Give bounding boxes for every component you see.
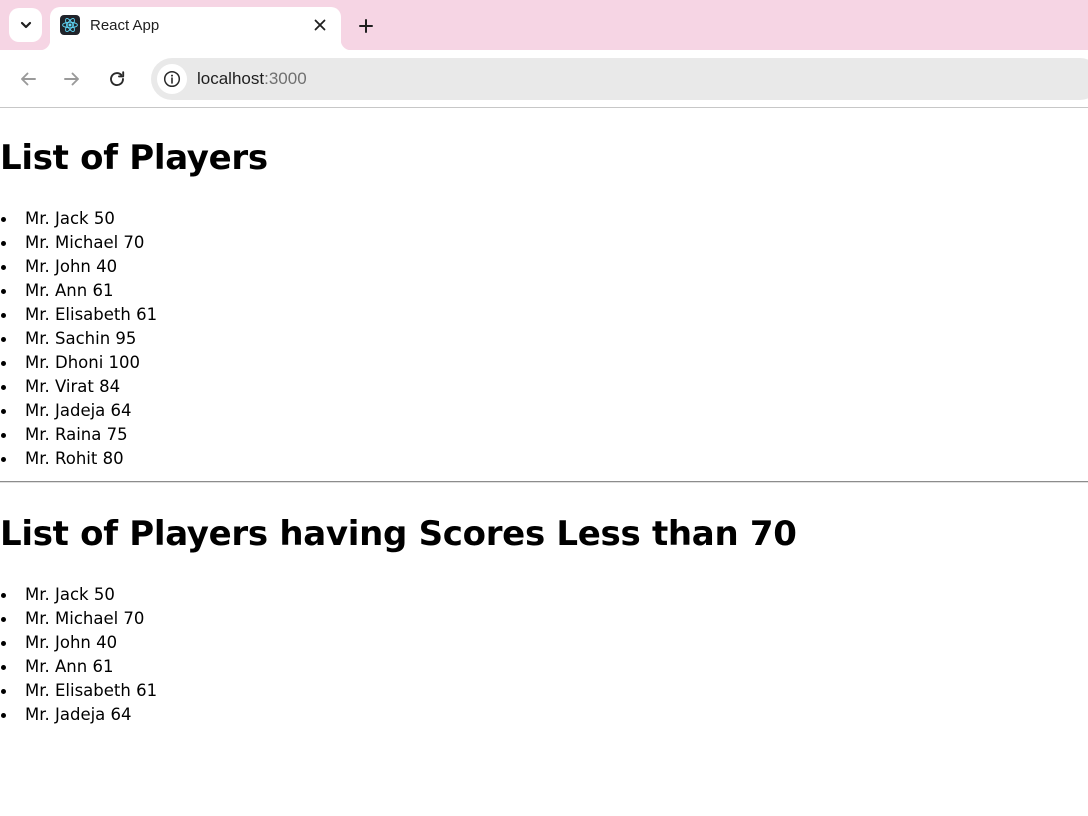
heading-low-score-players: List of Players having Scores Less than … xyxy=(0,514,797,554)
info-icon xyxy=(163,70,181,88)
tab-title: React App xyxy=(90,17,160,34)
list-item: Mr. Jadeja 64 xyxy=(0,703,1088,727)
page-top-spacer xyxy=(0,108,1088,138)
reload-icon xyxy=(110,71,125,87)
page-content: List of Players Mr. Jack 50 Mr. Michael 7… xyxy=(0,108,1088,727)
list-item: Mr. Dhoni 100 xyxy=(0,351,1088,375)
tab-close-button[interactable] xyxy=(309,14,331,36)
list-item: Mr. Elisabeth 61 xyxy=(0,679,1088,703)
list-item: Mr. Sachin 95 xyxy=(0,327,1088,351)
address-bar[interactable]: localhost:3000 xyxy=(151,58,1088,100)
url-text[interactable]: localhost:3000 xyxy=(197,69,307,89)
new-tab-button[interactable] xyxy=(353,13,379,39)
url-host: localhost xyxy=(197,69,265,88)
list-item: Mr. Raina 75 xyxy=(0,423,1088,447)
forward-button[interactable] xyxy=(58,65,86,93)
list-item: Mr. Rohit 80 xyxy=(0,447,1088,471)
url-port: :3000 xyxy=(264,69,307,88)
list-item: Mr. Jadeja 64 xyxy=(0,399,1088,423)
arrow-left-icon xyxy=(21,72,36,86)
list-item: Mr. Elisabeth 61 xyxy=(0,303,1088,327)
back-button[interactable] xyxy=(14,65,42,93)
react-logo-icon xyxy=(60,15,80,35)
list-item: Mr. Michael 70 xyxy=(0,607,1088,631)
tab-react-app[interactable]: React App xyxy=(40,7,351,50)
plus-icon xyxy=(359,19,373,33)
list-item: Mr. John 40 xyxy=(0,255,1088,279)
heading-all-players: List of Players xyxy=(0,138,268,178)
list-item: Mr. Jack 50 xyxy=(0,583,1088,607)
list-item: Mr. Michael 70 xyxy=(0,231,1088,255)
tab-strip: React App xyxy=(0,0,1088,50)
list-item: Mr. Jack 50 xyxy=(0,207,1088,231)
chevron-down-icon xyxy=(20,21,31,29)
browser-toolbar: localhost:3000 xyxy=(0,50,1088,108)
arrow-right-icon xyxy=(64,72,79,86)
list-gap xyxy=(0,471,1088,481)
close-icon xyxy=(314,19,326,31)
players-list: Mr. Jack 50 Mr. Michael 70 Mr. John 40 Mr. … xyxy=(0,207,1088,471)
list-item: Mr. Ann 61 xyxy=(0,655,1088,679)
site-info-button[interactable] xyxy=(157,64,187,94)
heading-gap xyxy=(0,554,1088,583)
heading-gap xyxy=(0,178,1088,207)
tab-search-button[interactable] xyxy=(9,8,42,42)
list-item: Mr. Ann 61 xyxy=(0,279,1088,303)
list-item: Mr. Virat 84 xyxy=(0,375,1088,399)
low-score-players-list: Mr. Jack 50 Mr. Michael 70 Mr. John 40 Mr. … xyxy=(0,583,1088,727)
list-item: Mr. John 40 xyxy=(0,631,1088,655)
reload-button[interactable] xyxy=(103,65,131,93)
